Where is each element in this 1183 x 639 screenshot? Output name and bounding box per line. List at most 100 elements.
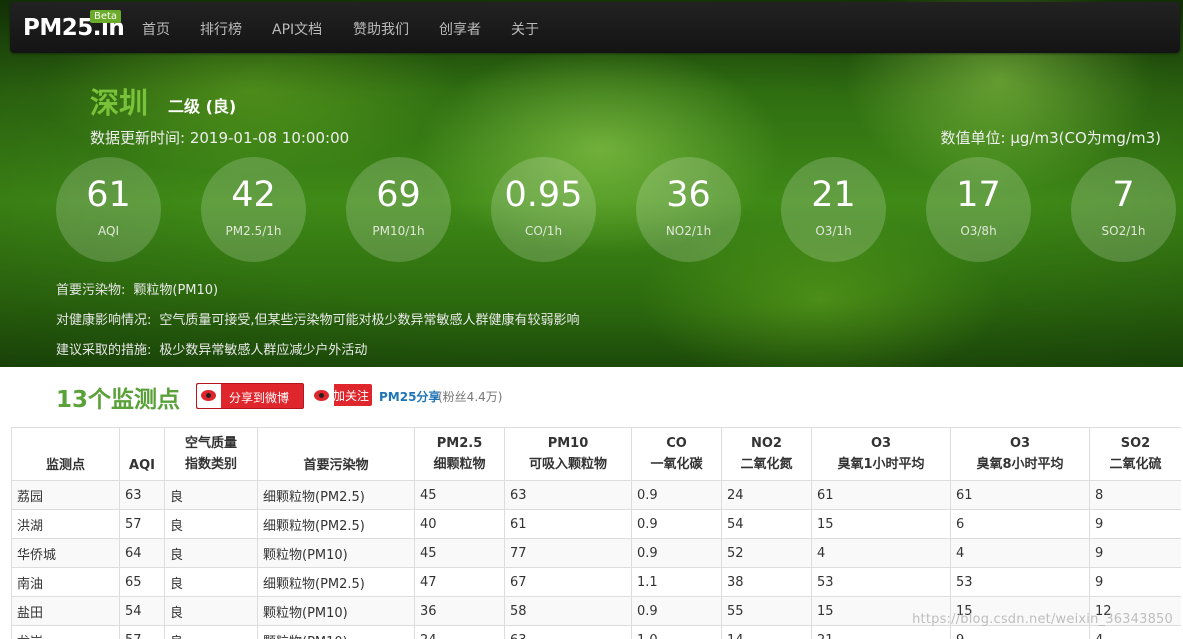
table-cell: 良 bbox=[164, 480, 258, 510]
table-cell: 53 bbox=[811, 567, 951, 597]
column-header: CO 一氧化碳 bbox=[631, 427, 722, 481]
station-name-cell: 洪湖 bbox=[11, 509, 120, 539]
column-header: O3 臭氧8小时平均 bbox=[950, 427, 1090, 481]
metric-value: 61 bbox=[86, 175, 131, 215]
header-text: O3 bbox=[870, 436, 892, 451]
table-cell: 良 bbox=[164, 509, 258, 539]
metric-label: O3/8h bbox=[960, 224, 997, 238]
metric-label: O3/1h bbox=[815, 224, 852, 238]
table-cell: 45 bbox=[414, 480, 505, 510]
weibo-icon bbox=[197, 384, 221, 408]
stations-table-container: 监测点 AQI 空气质量 指数类别 首要污染物 PM2.5 细颗粒物 PM10 可吸入颗粒物 CO… bbox=[11, 427, 1181, 639]
table-cell: 细颗粒物(PM2.5) bbox=[257, 567, 415, 597]
metric-o3-1h: 21 O3/1h bbox=[781, 157, 886, 262]
nav-creators[interactable]: 创享者 bbox=[439, 19, 481, 39]
table-cell: 63 bbox=[119, 480, 165, 510]
header-text: 臭氧8小时平均 bbox=[976, 457, 1064, 472]
header-text: 首要污染物 bbox=[303, 458, 369, 473]
city-name: 深圳 bbox=[90, 86, 149, 120]
table-cell: 颗粒物(PM10) bbox=[257, 538, 415, 568]
header-text: 二氧化硫 bbox=[1109, 457, 1162, 472]
table-cell: 0.9 bbox=[631, 509, 722, 539]
nav-about[interactable]: 关于 bbox=[511, 19, 539, 39]
table-cell: 61 bbox=[811, 480, 951, 510]
update-time: 数据更新时间: 2019-01-08 10:00:00 bbox=[90, 129, 350, 147]
column-header: O3 臭氧1小时平均 bbox=[811, 427, 951, 481]
table-cell: 15 bbox=[811, 509, 951, 539]
table-row: 龙岗57良颗粒物(PM10)24631.0142194 bbox=[11, 625, 1181, 639]
table-cell: 9 bbox=[1089, 567, 1181, 597]
metric-label: PM2.5/1h bbox=[225, 224, 282, 238]
table-cell: 67 bbox=[504, 567, 632, 597]
station-name-cell: 华侨城 bbox=[11, 538, 120, 568]
column-header: 监测点 bbox=[11, 427, 120, 481]
table-cell: 53 bbox=[950, 567, 1090, 597]
column-header: SO2 二氧化硫 bbox=[1089, 427, 1181, 481]
table-cell: 细颗粒物(PM2.5) bbox=[257, 480, 415, 510]
table-row: 荔园 63 良细颗粒物(PM2.5) 45 63 0.9 24 61 61 8 bbox=[11, 480, 1181, 510]
metric-o3-8h: 17 O3/8h bbox=[926, 157, 1031, 262]
pm25-share-link[interactable]: PM25分享 bbox=[379, 388, 440, 405]
metric-pm25: 42 PM2.5/1h bbox=[201, 157, 306, 262]
header-text: PM10 bbox=[547, 436, 589, 451]
header-text: 空气质量 bbox=[184, 436, 237, 451]
table-cell: 1.0 bbox=[631, 625, 722, 639]
primary-pollutant: 首要污染物: 颗粒物(PM10) bbox=[56, 283, 219, 298]
unit-note: 数值单位: μg/m3(CO为mg/m3) bbox=[940, 129, 1161, 147]
watermark: https://blog.csdn.net/weixin_36343850 bbox=[912, 612, 1173, 627]
navbar: PM25.in Beta 首页 排行榜 API文档 赞助我们 创享者 关于 bbox=[10, 2, 1180, 53]
table-cell: 57 bbox=[119, 509, 165, 539]
header-text: O3 bbox=[1009, 436, 1031, 451]
table-cell: 36 bbox=[414, 596, 505, 626]
nav-ranking[interactable]: 排行榜 bbox=[200, 19, 242, 39]
stations-title: 13个监测点 bbox=[56, 387, 181, 413]
station-name-cell: 南油 bbox=[11, 567, 120, 597]
table-cell: 8 bbox=[1089, 480, 1181, 510]
metric-value: 36 bbox=[666, 175, 711, 215]
metric-value: 7 bbox=[1112, 175, 1135, 215]
metric-value: 0.95 bbox=[504, 175, 583, 215]
station-name-cell: 盐田 bbox=[11, 596, 120, 626]
table-cell: 14 bbox=[721, 625, 812, 639]
follow-button[interactable]: 加关注 bbox=[310, 384, 372, 408]
table-cell: 64 bbox=[119, 538, 165, 568]
table-row: 洪湖 57 良细颗粒物(PM2.5) 40 61 0.9 54 15 6 9 bbox=[11, 509, 1181, 539]
weibo-icon bbox=[310, 384, 334, 408]
metric-label: NO2/1h bbox=[665, 224, 712, 238]
header-text: 可吸入颗粒物 bbox=[528, 457, 607, 472]
header-text: AQI bbox=[129, 458, 155, 473]
nav-sponsor[interactable]: 赞助我们 bbox=[353, 19, 409, 39]
table-cell: 63 bbox=[504, 480, 632, 510]
table-cell: 55 bbox=[721, 596, 812, 626]
table-cell: 21 bbox=[811, 625, 951, 639]
fans-count: (粉丝4.4万) bbox=[438, 390, 503, 404]
aqi-level: 二级 (良) bbox=[168, 97, 237, 116]
table-cell: 良 bbox=[164, 567, 258, 597]
nav-api-docs[interactable]: API文档 bbox=[272, 19, 322, 39]
column-header: PM10 可吸入颗粒物 bbox=[504, 427, 632, 481]
table-cell: 24 bbox=[721, 480, 812, 510]
stations-table: 监测点 AQI 空气质量 指数类别 首要污染物 PM2.5 细颗粒物 PM10 可吸入颗粒物 CO… bbox=[11, 427, 1181, 639]
table-row: 华侨城 64 良颗粒物(PM10) 45 77 0.9 52 4 4 9 bbox=[11, 538, 1181, 568]
station-name-cell: 龙岗 bbox=[11, 625, 120, 639]
metric-aqi: 61 AQI bbox=[56, 157, 161, 262]
column-header: 首要污染物 bbox=[257, 427, 415, 481]
nav-home[interactable]: 首页 bbox=[142, 19, 170, 39]
table-cell: 0.9 bbox=[631, 596, 722, 626]
table-cell: 52 bbox=[721, 538, 812, 568]
metric-value: 17 bbox=[956, 175, 1001, 215]
table-cell: 4 bbox=[811, 538, 951, 568]
share-weibo-button[interactable]: 分享到微博 bbox=[196, 383, 304, 409]
table-cell: 颗粒物(PM10) bbox=[257, 625, 415, 639]
header-text: 一氧化碳 bbox=[650, 457, 703, 472]
table-header-row: 监测点 AQI 空气质量 指数类别 首要污染物 PM2.5 细颗粒物 PM10 可吸入颗粒物 CO… bbox=[11, 427, 1181, 481]
table-cell: 45 bbox=[414, 538, 505, 568]
table-cell: 40 bbox=[414, 509, 505, 539]
column-header: AQI bbox=[119, 427, 165, 481]
header-text: 细颗粒物 bbox=[433, 457, 486, 472]
station-name-cell: 荔园 bbox=[11, 480, 120, 510]
metric-value: 69 bbox=[376, 175, 421, 215]
header-text: 指数类别 bbox=[184, 457, 237, 472]
table-cell: 61 bbox=[950, 480, 1090, 510]
table-cell: 54 bbox=[721, 509, 812, 539]
